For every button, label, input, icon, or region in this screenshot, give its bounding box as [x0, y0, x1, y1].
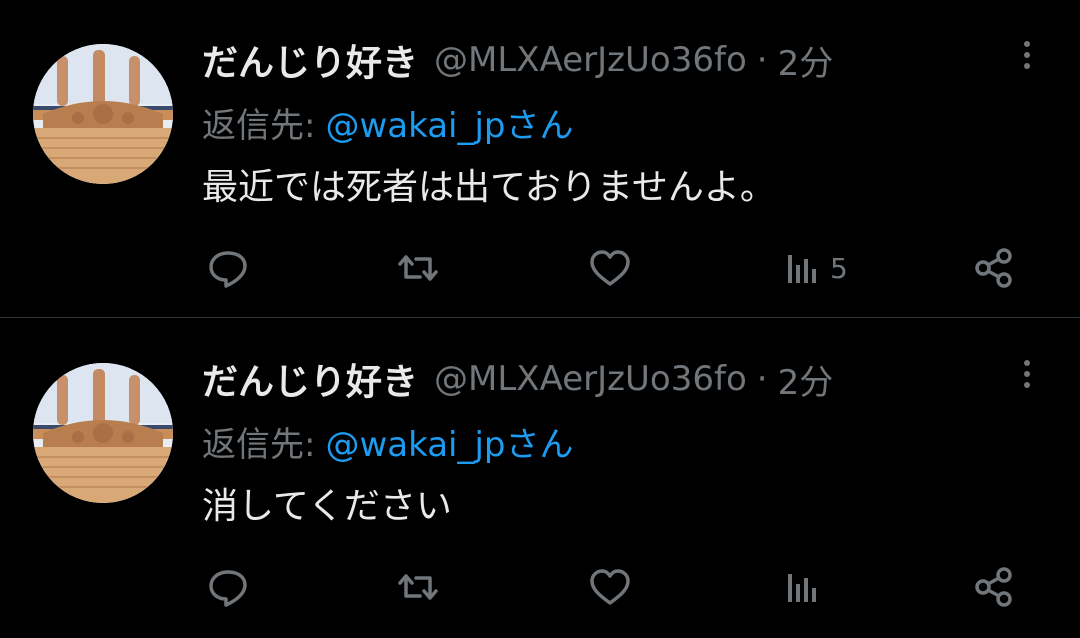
- share-button[interactable]: [971, 244, 1017, 292]
- reply-button[interactable]: [205, 244, 251, 292]
- separator-dot: ·: [756, 40, 768, 80]
- more-options-icon[interactable]: [1010, 38, 1044, 72]
- views-button[interactable]: [782, 563, 830, 611]
- tweet[interactable]: だんじり好き @MLXAerJzUo36fo · 2分 返信先: @wakai_…: [0, 319, 1080, 637]
- tweet-text: 消してください: [202, 486, 452, 527]
- separator-dot: ·: [756, 359, 768, 399]
- retweet-icon: [395, 564, 441, 610]
- user-handle[interactable]: @MLXAerJzUo36fo: [434, 359, 747, 399]
- more-options-icon[interactable]: [1010, 357, 1044, 391]
- reply-icon: [205, 245, 251, 291]
- user-handle[interactable]: @MLXAerJzUo36fo: [434, 40, 747, 80]
- reply-prefix: 返信先:: [202, 424, 316, 465]
- action-bar: 5: [0, 244, 1080, 292]
- reply-icon: [205, 564, 251, 610]
- share-icon: [971, 564, 1017, 610]
- retweet-icon: [395, 245, 441, 291]
- tweet[interactable]: だんじり好き @MLXAerJzUo36fo · 2分 返信先: @wakai_…: [0, 0, 1080, 318]
- tweet-header: だんじり好き @MLXAerJzUo36fo · 2分: [202, 34, 833, 86]
- reply-mention-link[interactable]: @wakai_jpさん: [325, 417, 573, 466]
- avatar[interactable]: [33, 363, 173, 503]
- views-button[interactable]: 5: [782, 244, 848, 292]
- like-button[interactable]: [587, 563, 633, 611]
- reply-context: 返信先: @wakai_jpさん: [202, 98, 574, 146]
- reply-prefix: 返信先:: [202, 105, 316, 146]
- avatar[interactable]: [33, 44, 173, 184]
- like-button[interactable]: [587, 244, 633, 292]
- share-button[interactable]: [971, 563, 1017, 611]
- like-icon: [587, 245, 633, 291]
- retweet-button[interactable]: [395, 563, 441, 611]
- like-icon: [587, 564, 633, 610]
- retweet-button[interactable]: [395, 244, 441, 292]
- timestamp[interactable]: 2分: [778, 36, 834, 85]
- timestamp[interactable]: 2分: [778, 355, 834, 404]
- share-icon: [971, 245, 1017, 291]
- views-icon: [782, 245, 822, 291]
- action-bar: [0, 563, 1080, 611]
- display-name[interactable]: だんじり好き: [202, 34, 418, 86]
- views-count: 5: [830, 251, 848, 285]
- reply-mention-link[interactable]: @wakai_jpさん: [325, 98, 573, 147]
- tweet-header: だんじり好き @MLXAerJzUo36fo · 2分: [202, 353, 833, 405]
- reply-button[interactable]: [205, 563, 251, 611]
- tweet-text: 最近では死者は出ておりませんよ。: [202, 167, 776, 208]
- views-icon: [782, 564, 822, 610]
- reply-context: 返信先: @wakai_jpさん: [202, 417, 574, 465]
- display-name[interactable]: だんじり好き: [202, 353, 418, 405]
